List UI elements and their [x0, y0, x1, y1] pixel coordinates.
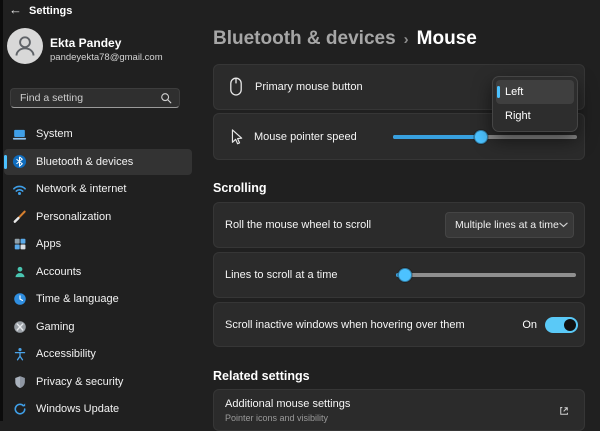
avatar[interactable] — [7, 28, 43, 64]
scrolling-section-header: Scrolling — [213, 181, 266, 195]
additional-settings-title: Additional mouse settings — [225, 398, 584, 410]
sidebar-item-windows-update[interactable]: Windows Update — [4, 396, 192, 422]
toggle-knob — [564, 319, 576, 331]
primary-button-dropdown-flyout: Left Right — [492, 76, 578, 132]
apps-icon — [12, 237, 27, 252]
sidebar-item-accessibility[interactable]: Accessibility — [4, 341, 192, 367]
sidebar-item-personalization[interactable]: Personalization — [4, 204, 192, 230]
sidebar-item-system[interactable]: System — [4, 121, 192, 147]
toggle-state-label: On — [522, 319, 537, 331]
sidebar-item-label: System — [36, 128, 73, 140]
bluetooth-icon — [12, 154, 27, 169]
related-settings-header: Related settings — [213, 369, 310, 383]
sidebar-item-label: Personalization — [36, 211, 111, 223]
pointer-speed-label: Mouse pointer speed — [254, 131, 357, 143]
sidebar-item-time-language[interactable]: Time & language — [4, 286, 192, 312]
windows-update-icon — [12, 402, 27, 417]
pointer-speed-slider-thumb[interactable] — [474, 130, 488, 144]
sidebar-item-label: Accessibility — [36, 348, 96, 360]
sidebar-item-label: Apps — [36, 238, 61, 250]
window-title: Settings — [29, 5, 72, 17]
personalization-icon — [12, 209, 27, 224]
wheel-scroll-dropdown[interactable]: Multiple lines at a time — [445, 212, 574, 238]
selection-accent-bar — [497, 86, 500, 98]
sidebar-item-label: Privacy & security — [36, 376, 123, 388]
accounts-icon — [12, 264, 27, 279]
lines-scroll-slider-thumb[interactable] — [398, 268, 412, 282]
time-language-icon — [12, 292, 27, 307]
search-icon[interactable] — [160, 92, 172, 104]
pointer-speed-slider[interactable] — [393, 135, 577, 139]
dropdown-option-label: Right — [505, 110, 531, 122]
sidebar-item-label: Accounts — [36, 266, 81, 278]
page-title: Mouse — [417, 28, 477, 49]
dropdown-option-right[interactable]: Right — [496, 104, 574, 128]
sidebar-item-accounts[interactable]: Accounts — [4, 259, 192, 285]
sidebar-item-privacy-security[interactable]: Privacy & security — [4, 369, 192, 395]
inactive-scroll-label: Scroll inactive windows when hovering ov… — [225, 319, 465, 331]
lines-scroll-label: Lines to scroll at a time — [225, 269, 338, 281]
wheel-scroll-value: Multiple lines at a time — [455, 219, 559, 231]
profile-email: pandeyekta78@gmail.com — [50, 52, 163, 63]
primary-mouse-button-label: Primary mouse button — [255, 81, 363, 93]
dropdown-option-label: Left — [505, 86, 523, 98]
sidebar-item-apps[interactable]: Apps — [4, 231, 192, 257]
gaming-icon — [12, 319, 27, 334]
mouse-icon — [228, 76, 244, 98]
breadcrumb-parent[interactable]: Bluetooth & devices — [213, 28, 396, 49]
selection-accent-bar — [4, 155, 7, 169]
breadcrumb-separator: › — [404, 31, 409, 48]
lines-scroll-slider[interactable] — [396, 273, 576, 277]
breadcrumb: Bluetooth & devices › Mouse — [213, 28, 477, 50]
inactive-scroll-toggle[interactable] — [545, 317, 578, 333]
search-box[interactable] — [10, 88, 180, 108]
network-icon — [12, 182, 27, 197]
sidebar-item-label: Network & internet — [36, 183, 126, 195]
privacy-icon — [12, 374, 27, 389]
person-icon — [8, 29, 42, 63]
slider-fill — [393, 135, 481, 139]
cursor-icon — [228, 128, 244, 146]
dropdown-option-left[interactable]: Left — [496, 80, 574, 104]
sidebar-item-label: Bluetooth & devices — [36, 156, 133, 168]
sidebar-item-label: Time & language — [36, 293, 119, 305]
wheel-scroll-row: Roll the mouse wheel to scroll Multiple … — [213, 202, 585, 248]
search-input[interactable] — [11, 92, 160, 104]
accessibility-icon — [12, 347, 27, 362]
settings-window: { "window": { "back_glyph": "\u2190", "t… — [0, 0, 600, 421]
sidebar-item-bluetooth-devices[interactable]: Bluetooth & devices — [4, 149, 192, 175]
inactive-scroll-row: Scroll inactive windows when hovering ov… — [213, 302, 585, 347]
system-icon — [12, 127, 27, 142]
wheel-scroll-label: Roll the mouse wheel to scroll — [225, 219, 371, 231]
sidebar-item-label: Windows Update — [36, 403, 119, 415]
window-edge — [0, 0, 3, 421]
sidebar-item-network-internet[interactable]: Network & internet — [4, 176, 192, 202]
sidebar-item-label: Gaming — [36, 321, 75, 333]
back-arrow-icon[interactable]: ← — [9, 2, 22, 17]
additional-mouse-settings-row[interactable]: Additional mouse settings Pointer icons … — [213, 389, 585, 431]
additional-settings-subtitle: Pointer icons and visibility — [225, 413, 584, 423]
sidebar-item-gaming[interactable]: Gaming — [4, 314, 192, 340]
lines-scroll-row: Lines to scroll at a time — [213, 252, 585, 298]
external-link-icon[interactable] — [558, 405, 570, 417]
sidebar: System Bluetooth & devices Network & int… — [4, 121, 192, 422]
chevron-down-icon — [559, 222, 568, 228]
profile-name: Ekta Pandey — [50, 36, 121, 50]
